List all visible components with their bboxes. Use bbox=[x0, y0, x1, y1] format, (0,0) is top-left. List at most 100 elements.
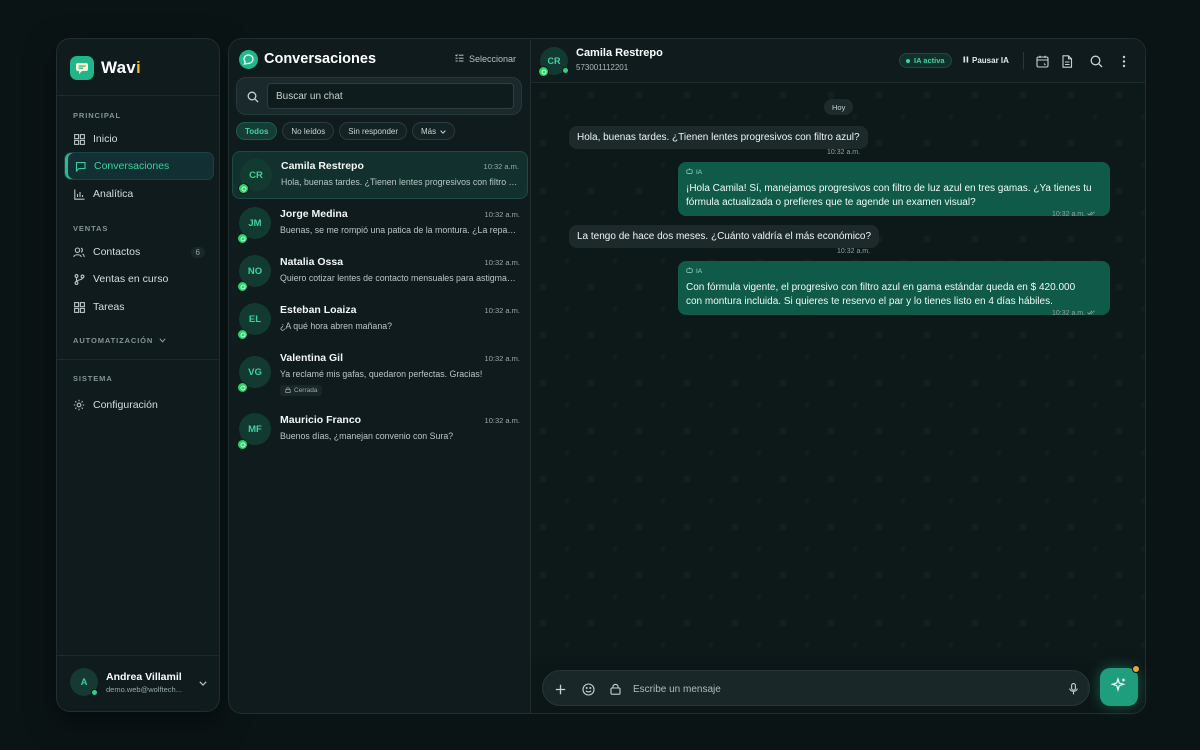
conversation-item[interactable]: CR Camila Restrepo 10:32 a.m. Hola, buen… bbox=[232, 151, 528, 199]
section-label-sistema: SISTEMA bbox=[73, 374, 113, 383]
chat-header: CR Camila Restrepo 573001112201 IA activ… bbox=[531, 39, 1145, 83]
emoji-icon[interactable] bbox=[581, 682, 595, 696]
grid-icon bbox=[73, 301, 85, 313]
sidebar-item-conversaciones[interactable]: Conversaciones bbox=[64, 152, 214, 180]
date-separator: Hoy bbox=[824, 99, 854, 115]
section-label-automatizacion: AUTOMATIZACIÓN bbox=[73, 336, 154, 345]
sidebar-item-label: Contactos bbox=[93, 246, 141, 258]
message-time: 10:32 a.m. bbox=[1052, 211, 1096, 218]
chart-icon bbox=[73, 188, 85, 200]
gear-icon bbox=[73, 399, 85, 411]
branch-icon bbox=[73, 273, 85, 285]
divider bbox=[57, 359, 219, 360]
filter-chip-label: Más bbox=[421, 126, 437, 136]
pause-icon bbox=[963, 56, 969, 65]
sidebar-item-label: Analítica bbox=[93, 188, 134, 200]
conversation-item[interactable]: NO Natalia Ossa 10:32 a.m. Quiero cotiza… bbox=[232, 248, 528, 296]
pause-ia-button[interactable]: Pausar IA bbox=[963, 53, 1009, 68]
contact-name: Valentina Gil bbox=[280, 352, 344, 364]
sidebar-item-label: Tareas bbox=[93, 301, 125, 313]
sidebar-item-contactos[interactable]: Contactos 6 bbox=[64, 238, 214, 266]
lock-icon bbox=[285, 386, 291, 395]
filter-chip-mas[interactable]: Más bbox=[412, 122, 456, 140]
contact-name: Camila Restrepo bbox=[281, 160, 364, 172]
brand-name: Wavi bbox=[101, 58, 141, 77]
avatar: A bbox=[70, 668, 98, 696]
timestamp: 10:32 a.m. bbox=[483, 162, 519, 171]
conversation-item[interactable]: EL Esteban Loaiza 10:32 a.m. ¿A qué hora… bbox=[232, 296, 528, 344]
timestamp: 10:32 a.m. bbox=[484, 354, 520, 363]
chat-panel: CR Camila Restrepo 573001112201 IA activ… bbox=[530, 38, 1146, 714]
timestamp: 10:32 a.m. bbox=[484, 416, 520, 425]
conversations-header: Conversaciones Seleccionar bbox=[239, 49, 516, 69]
message-preview: Quiero cotizar lentes de contacto mensua… bbox=[280, 273, 518, 283]
sidebar-item-inicio[interactable]: Inicio bbox=[64, 125, 214, 153]
plus-icon[interactable] bbox=[553, 682, 567, 696]
conversation-item[interactable]: MF Mauricio Franco 10:32 a.m. Buenos día… bbox=[232, 406, 528, 454]
search-icon bbox=[247, 90, 259, 108]
sidebar-item-label: Conversaciones bbox=[94, 160, 170, 172]
ai-assistant-button[interactable] bbox=[1100, 665, 1140, 706]
online-status-dot bbox=[91, 689, 98, 696]
message-thread: Hoy Hola, buenas tardes. ¿Tienen lentes … bbox=[531, 83, 1145, 663]
users-icon bbox=[73, 246, 85, 258]
whatsapp-icon bbox=[538, 66, 549, 77]
whatsapp-icon bbox=[237, 233, 248, 244]
brand[interactable]: Wavi bbox=[70, 56, 141, 80]
message-line: fórmula actualizada o prefieres que te a… bbox=[686, 197, 976, 208]
whatsapp-icon bbox=[237, 439, 248, 450]
message-preview: Buenas, se me rompió una patica de la mo… bbox=[280, 225, 518, 235]
select-button[interactable]: Seleccionar bbox=[455, 54, 516, 64]
contact-phone: 573001112201 bbox=[576, 63, 629, 72]
message-input[interactable] bbox=[633, 680, 1053, 698]
lock-icon[interactable] bbox=[608, 682, 622, 696]
whatsapp-icon bbox=[237, 329, 248, 340]
microphone-icon[interactable] bbox=[1066, 682, 1080, 696]
more-options-icon[interactable] bbox=[1116, 53, 1132, 69]
ia-status-badge[interactable]: IA activa bbox=[899, 53, 952, 68]
section-label-principal: PRINCIPAL bbox=[73, 111, 121, 120]
conversation-item[interactable]: VG Valentina Gil 10:32 a.m. Ya reclamé m… bbox=[232, 344, 528, 402]
avatar[interactable]: CR bbox=[538, 47, 569, 77]
section-toggle-automatizacion[interactable]: AUTOMATIZACIÓN bbox=[73, 336, 166, 345]
search-input[interactable] bbox=[267, 83, 514, 109]
divider bbox=[1023, 52, 1024, 69]
sidebar-item-analitica[interactable]: Analítica bbox=[64, 180, 214, 208]
incoming-message: La tengo de hace dos meses. ¿Cuánto vald… bbox=[569, 225, 880, 248]
message-preview: ¿A qué hora abren mañana? bbox=[280, 321, 392, 331]
online-status-dot bbox=[562, 67, 569, 74]
message-time: 10:32 a.m. bbox=[837, 248, 871, 255]
filter-chip-no-leidos[interactable]: No leídos bbox=[282, 122, 335, 140]
conversations-panel: Conversaciones Seleccionar Todos No leíd… bbox=[228, 38, 530, 714]
message-line: Con fórmula vigente, el progresivo con f… bbox=[686, 282, 1076, 293]
incoming-message: Hola, buenas tardes. ¿Tienen lentes prog… bbox=[569, 126, 868, 149]
section-label-ventas: VENTAS bbox=[73, 224, 109, 233]
grid-icon bbox=[73, 133, 85, 145]
divider bbox=[57, 95, 219, 96]
contact-name: Esteban Loaiza bbox=[280, 304, 357, 316]
sidebar-item-configuracion[interactable]: Configuración bbox=[64, 391, 214, 419]
contact-name: Jorge Medina bbox=[280, 208, 348, 220]
conversation-item[interactable]: JM Jorge Medina 10:32 a.m. Buenas, se me… bbox=[232, 200, 528, 248]
message-preview: Hola, buenas tardes. ¿Tienen lentes prog… bbox=[281, 177, 519, 187]
timestamp: 10:32 a.m. bbox=[484, 210, 520, 219]
chevron-down-icon bbox=[440, 127, 446, 136]
message-line: ¡Hola Camila! Sí, manejamos progresivos … bbox=[686, 183, 1092, 194]
message-preview: Ya reclamé mis gafas, quedaron perfectas… bbox=[280, 369, 483, 379]
chevron-down-icon bbox=[199, 673, 207, 691]
robot-icon bbox=[686, 166, 693, 180]
checklist-icon bbox=[455, 54, 464, 64]
filter-chip-todos[interactable]: Todos bbox=[236, 122, 278, 140]
document-icon[interactable] bbox=[1059, 53, 1075, 69]
sidebar-item-ventas-en-curso[interactable]: Ventas en curso bbox=[64, 265, 214, 293]
contact-name[interactable]: Camila Restrepo bbox=[576, 47, 663, 59]
search-icon[interactable] bbox=[1088, 53, 1104, 69]
filter-chip-sin-responder[interactable]: Sin responder bbox=[339, 122, 408, 140]
user-menu[interactable]: A Andrea Villamil demo.web@wolftech... bbox=[70, 667, 207, 697]
read-receipt-icon bbox=[1087, 211, 1096, 218]
calendar-icon[interactable] bbox=[1034, 53, 1050, 69]
sidebar-item-tareas[interactable]: Tareas bbox=[64, 293, 214, 321]
contacts-count-badge: 6 bbox=[190, 246, 205, 258]
sidebar-item-label: Configuración bbox=[93, 399, 158, 411]
notification-dot bbox=[1132, 665, 1140, 673]
